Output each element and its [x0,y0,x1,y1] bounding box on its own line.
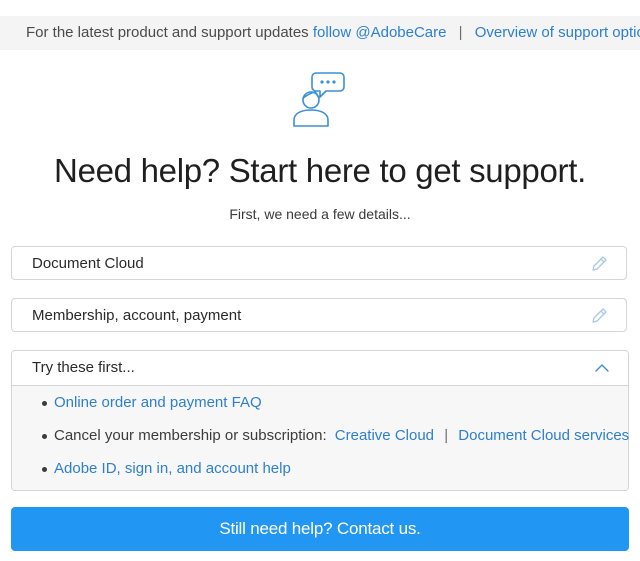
page-title: Need help? Start here to get support. [54,152,586,189]
try-these-first-title: Try these first... [32,359,135,376]
bullet [42,401,47,406]
contact-us-button[interactable]: Still need help? Contact us. [11,507,629,551]
support-updates-text: For the latest product and support updat… [26,24,309,41]
try-these-first-panel: Try these first... Online order and paym… [11,350,629,491]
topic-selection-label: Membership, account, payment [32,307,242,324]
pencil-icon[interactable] [590,255,608,273]
overview-support-options-link[interactable]: Overview of support options [475,24,640,41]
product-selection-document-cloud[interactable]: Document Cloud [11,246,627,280]
pencil-icon[interactable] [590,307,608,325]
chevron-up-icon[interactable] [594,361,610,373]
try-these-first-header[interactable]: Try these first... [12,351,628,386]
list-item: Adobe ID, sign in, and account help [42,460,291,477]
topbar-separator: | [458,24,463,41]
bullet [42,467,47,472]
document-cloud-services-link[interactable]: Document Cloud services [458,427,629,444]
person-chat-icon [290,70,350,130]
follow-adobecare-link[interactable]: follow @AdobeCare [313,24,447,41]
try-these-first-list: Online order and payment FAQ Cancel your… [12,386,629,490]
product-selection-label: Document Cloud [32,255,144,272]
list-item: Cancel your membership or subscription: … [42,427,629,444]
topic-selection-membership[interactable]: Membership, account, payment [11,298,627,332]
support-updates-bar: For the latest product and support updat… [0,16,640,50]
adobe-id-account-help-link[interactable]: Adobe ID, sign in, and account help [54,460,291,477]
item-separator: | [444,427,449,444]
page-subtitle: First, we need a few details... [229,206,411,222]
online-order-payment-faq-link[interactable]: Online order and payment FAQ [54,394,262,411]
creative-cloud-link[interactable]: Creative Cloud [335,427,434,444]
cancel-membership-text: Cancel your membership or subscription: [54,427,327,444]
list-item: Online order and payment FAQ [42,394,262,411]
bullet [42,434,47,439]
